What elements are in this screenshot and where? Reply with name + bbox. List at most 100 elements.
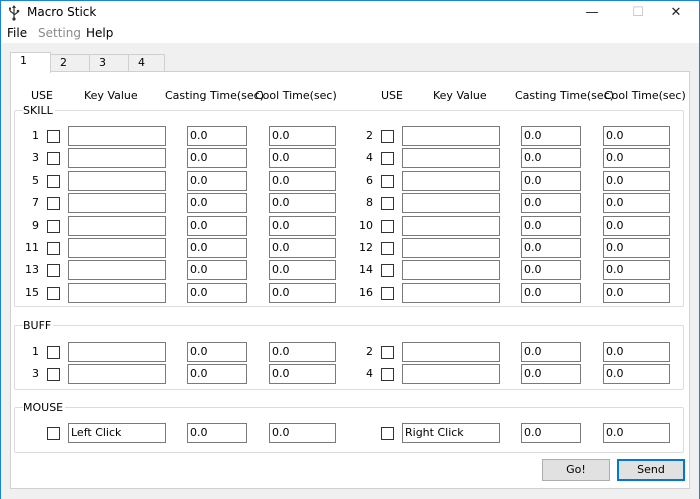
buff-cool-field[interactable]: 0.0 [603,364,670,384]
send-button[interactable]: Send [617,459,685,481]
mouse-right-cool-field[interactable]: 0.0 [603,423,670,443]
buff-use-checkbox[interactable] [47,368,60,381]
skill-use-checkbox[interactable] [47,264,60,278]
title-bar[interactable]: Macro Stick — ☐ ✕ [1,1,699,25]
skill-use-checkbox[interactable] [47,130,60,143]
skill-key-field[interactable] [68,282,166,303]
buff-casting-field[interactable]: 0.0 [187,342,247,362]
skill-casting-field[interactable]: 0.0 [521,170,581,191]
skill-casting-field[interactable]: 0.0 [187,260,247,281]
skill-key-field[interactable] [68,170,166,191]
buff-cool-field[interactable]: 0.0 [269,364,336,384]
skill-use-checkbox[interactable] [381,174,394,188]
skill-use-checkbox[interactable] [381,264,394,278]
skill-casting-field[interactable]: 0.0 [187,193,247,214]
skill-casting-field[interactable]: 0.0 [187,126,247,146]
skill-casting-field[interactable]: 0.0 [187,148,247,169]
skill-casting-field[interactable]: 0.0 [521,260,581,281]
mouse-right-use-checkbox[interactable] [381,427,394,440]
skill-casting-field[interactable]: 0.0 [521,238,581,258]
skill-cool-field[interactable]: 0.0 [269,260,336,281]
skill-cool-field[interactable]: 0.0 [603,215,670,236]
buff-key-field[interactable] [402,342,500,362]
skill-use-checkbox[interactable] [381,286,394,300]
skill-cool-field[interactable]: 0.0 [269,238,336,258]
skill-cool-field[interactable]: 0.0 [269,215,336,236]
skill-cool-field[interactable]: 0.0 [269,126,336,146]
skill-casting-field[interactable]: 0.0 [521,282,581,303]
skill-casting-field[interactable]: 0.0 [521,148,581,169]
buff-key-field[interactable] [68,342,166,362]
skill-key-field[interactable] [68,193,166,214]
skill-key-field[interactable] [402,282,500,303]
close-button[interactable]: ✕ [653,1,699,25]
skill-use-checkbox[interactable] [381,152,394,166]
buff-casting-field[interactable]: 0.0 [521,342,581,362]
skill-key-field[interactable] [402,193,500,214]
buff-cool-field[interactable]: 0.0 [603,342,670,362]
skill-key-field[interactable] [402,238,500,258]
mouse-left-casting-field[interactable]: 0.0 [187,423,247,443]
go-button[interactable]: Go! [542,459,610,481]
skill-use-checkbox[interactable] [47,174,60,188]
mouse-right-key-field[interactable]: Right Click [402,423,500,443]
buff-casting-field[interactable]: 0.0 [187,364,247,384]
skill-use-checkbox[interactable] [381,242,394,255]
tab-3[interactable]: 3 [89,54,129,72]
buff-casting-field[interactable]: 0.0 [521,364,581,384]
skill-use-checkbox[interactable] [381,130,394,143]
skill-cool-field[interactable]: 0.0 [603,260,670,281]
skill-use-checkbox[interactable] [381,197,394,211]
skill-key-field[interactable] [68,260,166,281]
mouse-left-use-checkbox[interactable] [47,427,60,440]
skill-use-checkbox[interactable] [47,219,60,233]
skill-cool-field[interactable]: 0.0 [603,126,670,146]
buff-key-field[interactable] [68,364,166,384]
skill-use-checkbox[interactable] [47,152,60,166]
skill-casting-field[interactable]: 0.0 [187,282,247,303]
skill-casting-field[interactable]: 0.0 [521,126,581,146]
menu-help[interactable]: Help [86,26,113,40]
skill-key-field[interactable] [402,126,500,146]
skill-casting-field[interactable]: 0.0 [187,170,247,191]
mouse-right-casting-field[interactable]: 0.0 [521,423,581,443]
skill-key-field[interactable] [68,215,166,236]
skill-cool-field[interactable]: 0.0 [269,170,336,191]
skill-cool-field[interactable]: 0.0 [603,148,670,169]
skill-casting-field[interactable]: 0.0 [187,238,247,258]
tab-1[interactable]: 1 [10,52,51,73]
skill-key-field[interactable] [402,148,500,169]
mouse-left-key-field[interactable]: Left Click [68,423,166,443]
skill-key-field[interactable] [68,148,166,169]
minimize-button[interactable]: — [569,1,615,25]
skill-cool-field[interactable]: 0.0 [269,148,336,169]
skill-key-field[interactable] [68,238,166,258]
skill-casting-field[interactable]: 0.0 [187,215,247,236]
tab-4[interactable]: 4 [128,54,165,72]
buff-use-checkbox[interactable] [381,346,394,359]
skill-key-field[interactable] [402,260,500,281]
menu-file[interactable]: File [7,26,27,40]
buff-key-field[interactable] [402,364,500,384]
skill-key-field[interactable] [402,170,500,191]
skill-cool-field[interactable]: 0.0 [269,193,336,214]
skill-use-checkbox[interactable] [381,219,394,233]
mouse-left-cool-field[interactable]: 0.0 [269,423,336,443]
skill-casting-field[interactable]: 0.0 [521,193,581,214]
skill-use-checkbox[interactable] [47,197,60,211]
menu-setting[interactable]: Setting [38,26,81,40]
skill-cool-field[interactable]: 0.0 [603,193,670,214]
buff-cool-field[interactable]: 0.0 [269,342,336,362]
skill-use-checkbox[interactable] [47,286,60,300]
skill-casting-field[interactable]: 0.0 [521,215,581,236]
tab-2[interactable]: 2 [50,54,90,72]
skill-cool-field[interactable]: 0.0 [603,282,670,303]
skill-cool-field[interactable]: 0.0 [603,238,670,258]
skill-cool-field[interactable]: 0.0 [269,282,336,303]
skill-cool-field[interactable]: 0.0 [603,170,670,191]
buff-use-checkbox[interactable] [47,346,60,359]
skill-key-field[interactable] [402,215,500,236]
buff-use-checkbox[interactable] [381,368,394,381]
skill-key-field[interactable] [68,126,166,146]
skill-use-checkbox[interactable] [47,242,60,255]
